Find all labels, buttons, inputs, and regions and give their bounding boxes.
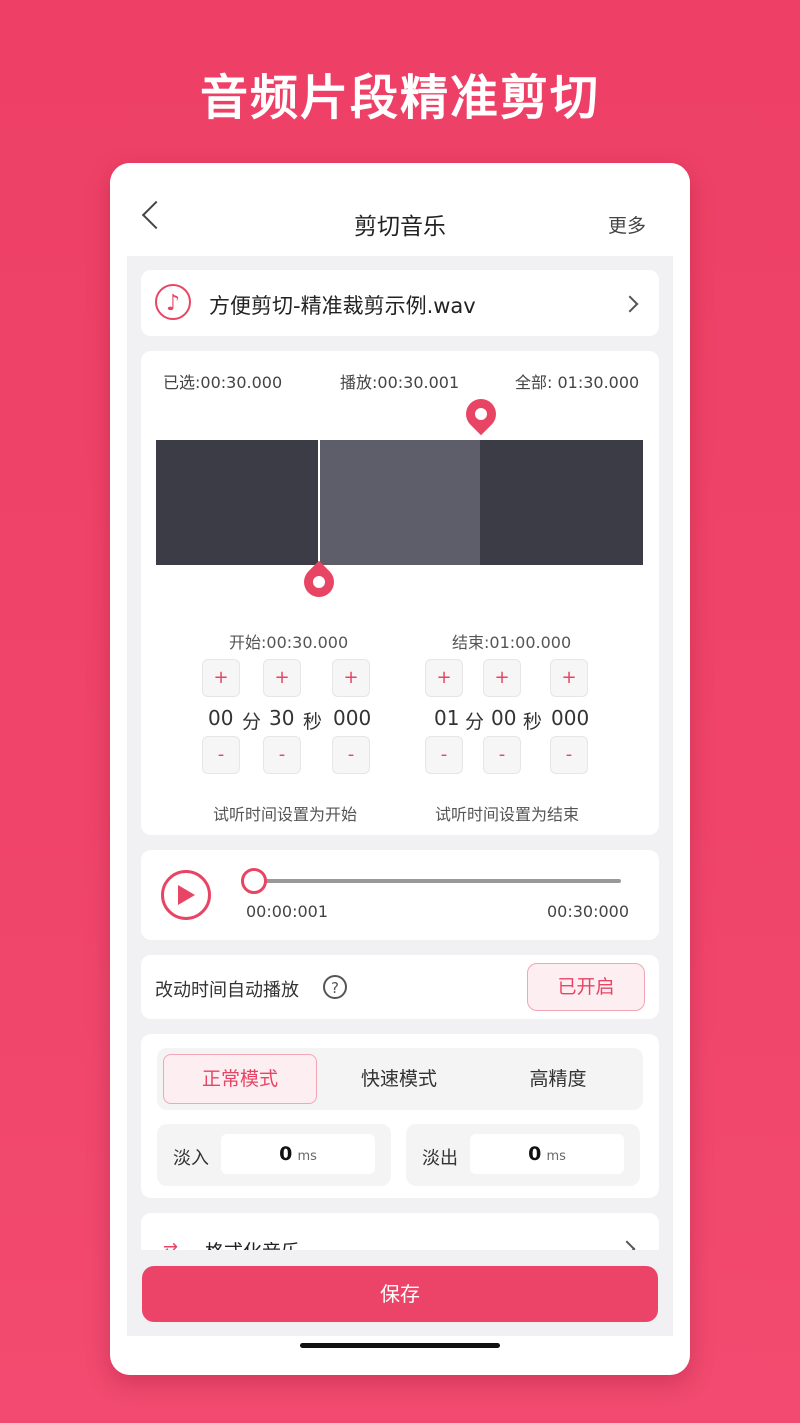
file-card[interactable]: ♪ 方便剪切-精准裁剪示例.wav — [141, 270, 659, 336]
fade-out-box: 淡出 0 ms — [406, 1124, 640, 1186]
end-minute-plus-button[interactable]: + — [425, 659, 463, 697]
fade-out-label: 淡出 — [422, 1148, 458, 1169]
file-name: 方便剪切-精准裁剪示例.wav — [209, 294, 476, 318]
top-bar: 剪切音乐 更多 — [110, 163, 690, 256]
chevron-right-icon — [621, 295, 639, 313]
total-duration: 全部: 01:30.000 — [515, 373, 640, 392]
mode-card: 正常模式 快速模式 高精度 淡入 0 ms 淡出 0 ms — [141, 1034, 659, 1198]
fade-out-unit: ms — [546, 1149, 566, 1164]
end-second-unit: 秒 — [523, 711, 543, 733]
clip-duration: 00:30:000 — [547, 902, 630, 921]
phone-screen: 剪切音乐 更多 ♪ 方便剪切-精准裁剪示例.wav 已选:00:30.000 播… — [110, 163, 690, 1375]
start-handle-pin-icon[interactable] — [297, 560, 341, 604]
start-minute-plus-button[interactable]: + — [202, 659, 240, 697]
end-second-minus-button[interactable]: - — [483, 736, 521, 774]
start-ms-plus-button[interactable]: + — [332, 659, 370, 697]
end-minute-unit: 分 — [465, 711, 485, 733]
more-button[interactable]: 更多 — [608, 211, 646, 238]
autoplay-label: 改动时间自动播放 — [155, 980, 299, 1001]
end-second-plus-button[interactable]: + — [483, 659, 521, 697]
set-start-from-preview-button[interactable]: 试听时间设置为开始 — [213, 801, 357, 825]
set-end-from-preview-button[interactable]: 试听时间设置为结束 — [435, 801, 579, 825]
waveform-selection[interactable] — [318, 440, 480, 565]
start-second-minus-button[interactable]: - — [263, 736, 301, 774]
start-minutes: 00 — [208, 706, 234, 730]
start-second-unit: 秒 — [303, 711, 323, 733]
waveform-editor-card: 已选:00:30.000 播放:00:30.001 全部: 01:30.000 … — [141, 351, 659, 835]
play-icon — [178, 885, 195, 905]
mode-fast-tab[interactable]: 快速模式 — [322, 1054, 476, 1104]
end-handle-pin-icon[interactable] — [459, 392, 503, 436]
playback-track[interactable] — [255, 879, 621, 883]
end-time-label: 结束:01:00.000 — [452, 633, 572, 652]
mode-normal-tab[interactable]: 正常模式 — [163, 1054, 317, 1104]
waveform-after-selection — [480, 440, 643, 565]
autoplay-toggle[interactable]: 已开启 — [527, 963, 645, 1011]
content-area: ♪ 方便剪切-精准裁剪示例.wav 已选:00:30.000 播放:00:30.… — [127, 256, 673, 1336]
save-button[interactable]: 保存 — [142, 1266, 658, 1322]
help-question-icon[interactable]: ? — [323, 975, 347, 999]
fade-out-value: 0 — [528, 1143, 542, 1165]
current-time: 00:00:001 — [246, 902, 329, 921]
end-ms-minus-button[interactable]: - — [550, 736, 588, 774]
page-title: 剪切音乐 — [354, 214, 446, 240]
home-indicator — [300, 1343, 500, 1348]
playback-slider-knob[interactable] — [241, 868, 267, 894]
end-milliseconds: 000 — [551, 706, 590, 730]
start-minute-unit: 分 — [242, 711, 262, 733]
banner-title: 音频片段精准剪切 — [199, 70, 600, 126]
waveform-before-selection — [156, 440, 318, 565]
start-seconds: 30 — [269, 706, 295, 730]
end-minutes: 01 — [434, 706, 460, 730]
end-seconds: 00 — [491, 706, 517, 730]
start-second-plus-button[interactable]: + — [263, 659, 301, 697]
start-minute-minus-button[interactable]: - — [202, 736, 240, 774]
fade-in-unit: ms — [297, 1149, 317, 1164]
fade-out-input[interactable]: 0 ms — [470, 1134, 624, 1174]
mode-precise-tab[interactable]: 高精度 — [481, 1054, 635, 1104]
playing-position: 播放:00:30.001 — [340, 373, 460, 392]
fade-in-label: 淡入 — [173, 1148, 209, 1169]
end-minute-minus-button[interactable]: - — [425, 736, 463, 774]
start-ms-minus-button[interactable]: - — [332, 736, 370, 774]
start-milliseconds: 000 — [333, 706, 372, 730]
autoplay-card: 改动时间自动播放 ? 已开启 — [141, 955, 659, 1019]
music-note-icon: ♪ — [155, 284, 191, 320]
fade-in-value: 0 — [279, 1143, 293, 1165]
end-ms-plus-button[interactable]: + — [550, 659, 588, 697]
selected-duration: 已选:00:30.000 — [163, 373, 283, 392]
start-marker-line — [318, 440, 320, 567]
start-time-label: 开始:00:30.000 — [229, 633, 349, 652]
fade-in-input[interactable]: 0 ms — [221, 1134, 375, 1174]
fade-in-box: 淡入 0 ms — [157, 1124, 391, 1186]
player-card: 00:00:001 00:30:000 — [141, 850, 659, 940]
